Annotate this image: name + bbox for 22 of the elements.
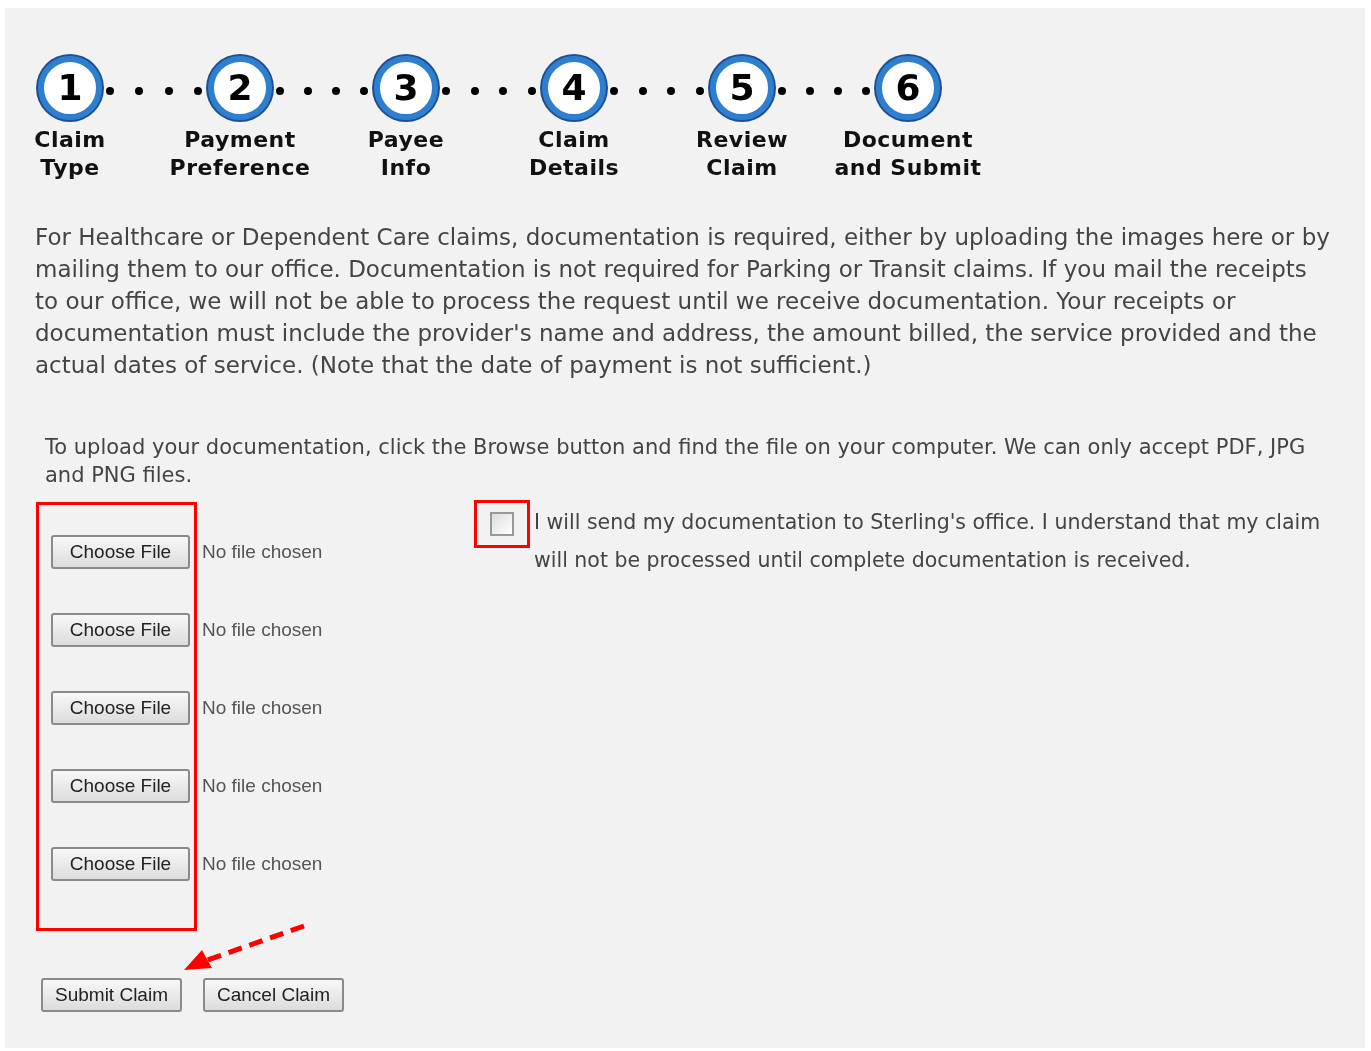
upload-hint: To upload your documentation, click the Browse button and find the file on your computer. We can only accept PDF, JPG and PNG files. [45,434,1307,489]
instructions-paragraph: For Healthcare or Dependent Care claims, documentation is required, either by uploading the images here or by mailing them to our office. Documentation is not required for Parking or Transit claims. If you mail the receipts to our office, we will not be able to process the request until we receive documentation. Your receipts or documentation must include the provider's name and address, the amount billed, the service provided and the actual dates of service. (Note that the date of payment is not sufficient.) [35,223,1331,380]
step-label: Document and Submit [834,126,982,182]
mail-checkbox[interactable] [490,512,514,536]
step-label: Payee Info [367,126,445,182]
file-status: No file chosen [202,695,323,720]
choose-file-button[interactable]: Choose File [51,535,190,569]
choose-file-button[interactable]: Choose File [51,691,190,725]
step-label: Review Claim [696,126,788,182]
file-status: No file chosen [202,773,323,798]
choose-file-button[interactable]: Choose File [51,847,190,881]
step-label: Claim Type [34,126,106,182]
choose-file-button[interactable]: Choose File [51,613,190,647]
form-button[interactable]: Cancel Claim [203,978,344,1012]
form-button[interactable]: Submit Claim [41,978,182,1012]
choose-file-button[interactable]: Choose File [51,769,190,803]
step-label: Claim Details [528,126,620,182]
file-status: No file chosen [202,851,323,876]
file-status: No file chosen [202,617,323,642]
file-status: No file chosen [202,539,323,564]
mail-option-label: I will send my documentation to Sterling's office. I understand that my claim will not be processed until complete documentation is received. [533,509,1322,574]
step-label: Payment Preference [169,126,311,182]
